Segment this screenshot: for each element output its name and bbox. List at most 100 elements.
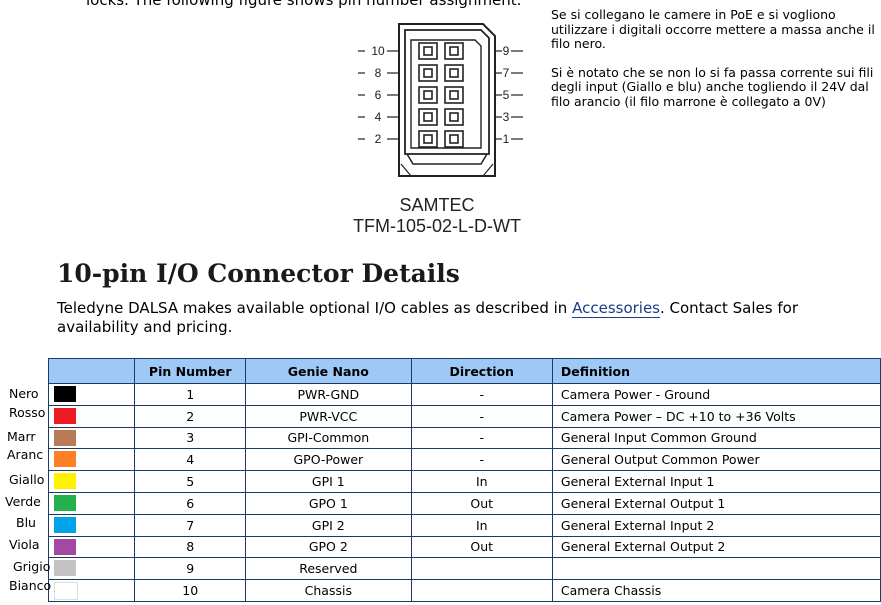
connector-pin-contact [449, 112, 459, 122]
note-paragraph-1: Se si collegano le camere in PoE e si vo… [551, 7, 875, 51]
figure-part-number: TFM-105-02-L-D-WT [352, 216, 521, 236]
wire-color-label: Viola [9, 537, 40, 552]
pin-number-cell: 5 [134, 470, 247, 493]
direction-cell: - [410, 404, 553, 428]
wire-color-cell [47, 513, 136, 537]
genie-nano-cell: GPI-Common [245, 426, 412, 450]
connector-figure: 10 9 8 7 6 5 4 3 2 1 [358, 23, 523, 177]
table-row: 2 PWR-VCC - Camera Power – DC +10 to +36 Vo… [47, 404, 881, 428]
table-row: 6 GPO 1 Out General External Output 1 [47, 491, 881, 515]
table-header-row: Pin Number Genie Nano Direction Definiti… [47, 358, 881, 384]
direction-cell [410, 579, 553, 602]
pin-number-cell: 8 [134, 535, 247, 559]
genie-nano-cell: PWR-GND [245, 383, 412, 406]
header-genie-nano: Genie Nano [245, 358, 412, 384]
direction-cell: - [410, 383, 553, 406]
wire-color-cell [47, 426, 136, 450]
figure-brand: SAMTEC [399, 195, 475, 215]
wire-color-label: Verde [5, 494, 41, 509]
pin-number-label-right: 1 [503, 132, 510, 146]
table-row: 5 GPI 1 In General External Input 1 [47, 470, 881, 493]
genie-nano-cell: GPO 2 [245, 535, 412, 559]
wire-color-swatch [54, 560, 76, 577]
pin-table-body: 1 PWR-GND - Camera Power - Ground 2 PWR-VCC - C… [47, 383, 881, 602]
section-heading: 10-pin I/O Connector Details [57, 259, 460, 288]
table-row: 9 Reserved [47, 557, 881, 581]
pin-number-cell: 1 [134, 383, 247, 406]
definition-cell: General Input Common Ground [551, 426, 881, 450]
wire-color-cell [47, 383, 136, 406]
pin-number-label-right: 7 [503, 66, 510, 80]
connector-pin-contact [449, 46, 459, 56]
wire-color-cell [47, 557, 136, 581]
pin-grid [418, 42, 464, 148]
wire-color-cell [47, 448, 136, 472]
pin-number-label-right: 9 [503, 44, 510, 58]
connector-pin-contact [423, 46, 433, 56]
header-direction: Direction [410, 358, 553, 384]
wire-color-label: Marr [7, 429, 36, 444]
note-paragraph-2: Si è notato che se non lo si fa passa co… [551, 64, 874, 109]
definition-cell: General Output Common Power [551, 448, 881, 472]
clipped-top-text: locks. The following figure shows pin nu… [86, 0, 522, 9]
wire-color-label: Rosso [9, 405, 46, 420]
pin-number-cell: 3 [134, 426, 247, 450]
direction-cell: Out [410, 535, 553, 559]
accessories-link[interactable]: Accessories [572, 299, 660, 318]
wire-color-label: Nero [9, 386, 39, 401]
connector-pin-contact [449, 90, 459, 100]
wire-color-cell [47, 470, 136, 493]
italian-note: Se si collegano le camere in PoE e si vo… [551, 7, 876, 123]
wire-color-swatch [54, 473, 76, 490]
intro-paragraph: Teledyne DALSA makes available optional … [57, 299, 837, 337]
definition-cell: General External Input 1 [551, 470, 881, 493]
table-row: 8 GPO 2 Out General External Output 2 [47, 535, 881, 559]
pin-number-cell: 2 [134, 404, 247, 428]
wire-color-swatch [54, 494, 76, 511]
wire-color-cell [47, 535, 136, 559]
pin-number-label-left: 2 [375, 132, 382, 146]
pin-number-cell: 9 [134, 557, 247, 581]
wire-color-cell [47, 579, 136, 602]
definition-cell: General External Output 1 [551, 491, 881, 515]
pin-number-label-left: 10 [371, 44, 385, 58]
table-row: 7 GPI 2 In General External Input 2 [47, 513, 881, 537]
intro-text-before: Teledyne DALSA makes available optional … [57, 299, 568, 317]
direction-cell: In [410, 470, 553, 493]
definition-cell: Camera Power - Ground [551, 383, 881, 406]
connector-pin-contact [423, 90, 433, 100]
definition-cell: General External Input 2 [551, 513, 881, 537]
definition-cell: Camera Chassis [551, 579, 881, 602]
genie-nano-cell: GPI 2 [245, 513, 412, 537]
pin-number-label-left: 4 [375, 110, 382, 124]
wire-color-swatch [54, 407, 76, 424]
wire-color-cell [47, 491, 136, 515]
wire-color-swatch [54, 451, 76, 468]
table-row: 1 PWR-GND - Camera Power - Ground [47, 383, 881, 406]
pin-labels: 10 9 8 7 6 5 4 3 2 1 [358, 44, 523, 146]
table-row: 3 GPI-Common - General Input Common Ground [47, 426, 881, 450]
direction-cell: Out [410, 491, 553, 515]
header-definition: Definition [551, 358, 881, 384]
definition-cell: General External Output 2 [551, 535, 881, 559]
wire-color-label: Grigio [13, 559, 51, 574]
wire-color-swatch [54, 429, 76, 446]
connector-pin-contact [449, 68, 459, 78]
table-row: 4 GPO-Power - General Output Common Power [47, 448, 881, 472]
pin-number-label-right: 5 [503, 88, 510, 102]
table-row: 10 Chassis Camera Chassis [47, 579, 881, 602]
genie-nano-cell: Reserved [245, 557, 412, 581]
genie-nano-cell: GPO 1 [245, 491, 412, 515]
wire-color-swatch [54, 386, 76, 402]
header-swatch-blank [47, 358, 136, 384]
pin-number-cell: 7 [134, 513, 247, 537]
pin-number-label-right: 3 [503, 110, 510, 124]
wire-color-label: Blu [16, 515, 36, 530]
pin-number-label-left: 8 [375, 66, 382, 80]
genie-nano-cell: GPO-Power [245, 448, 412, 472]
wire-color-label: Giallo [9, 472, 45, 487]
wire-color-cell [47, 404, 136, 428]
connector-pin-contact [423, 112, 433, 122]
wire-color-swatch [54, 516, 76, 533]
definition-cell: Camera Power – DC +10 to +36 Volts [551, 404, 881, 428]
